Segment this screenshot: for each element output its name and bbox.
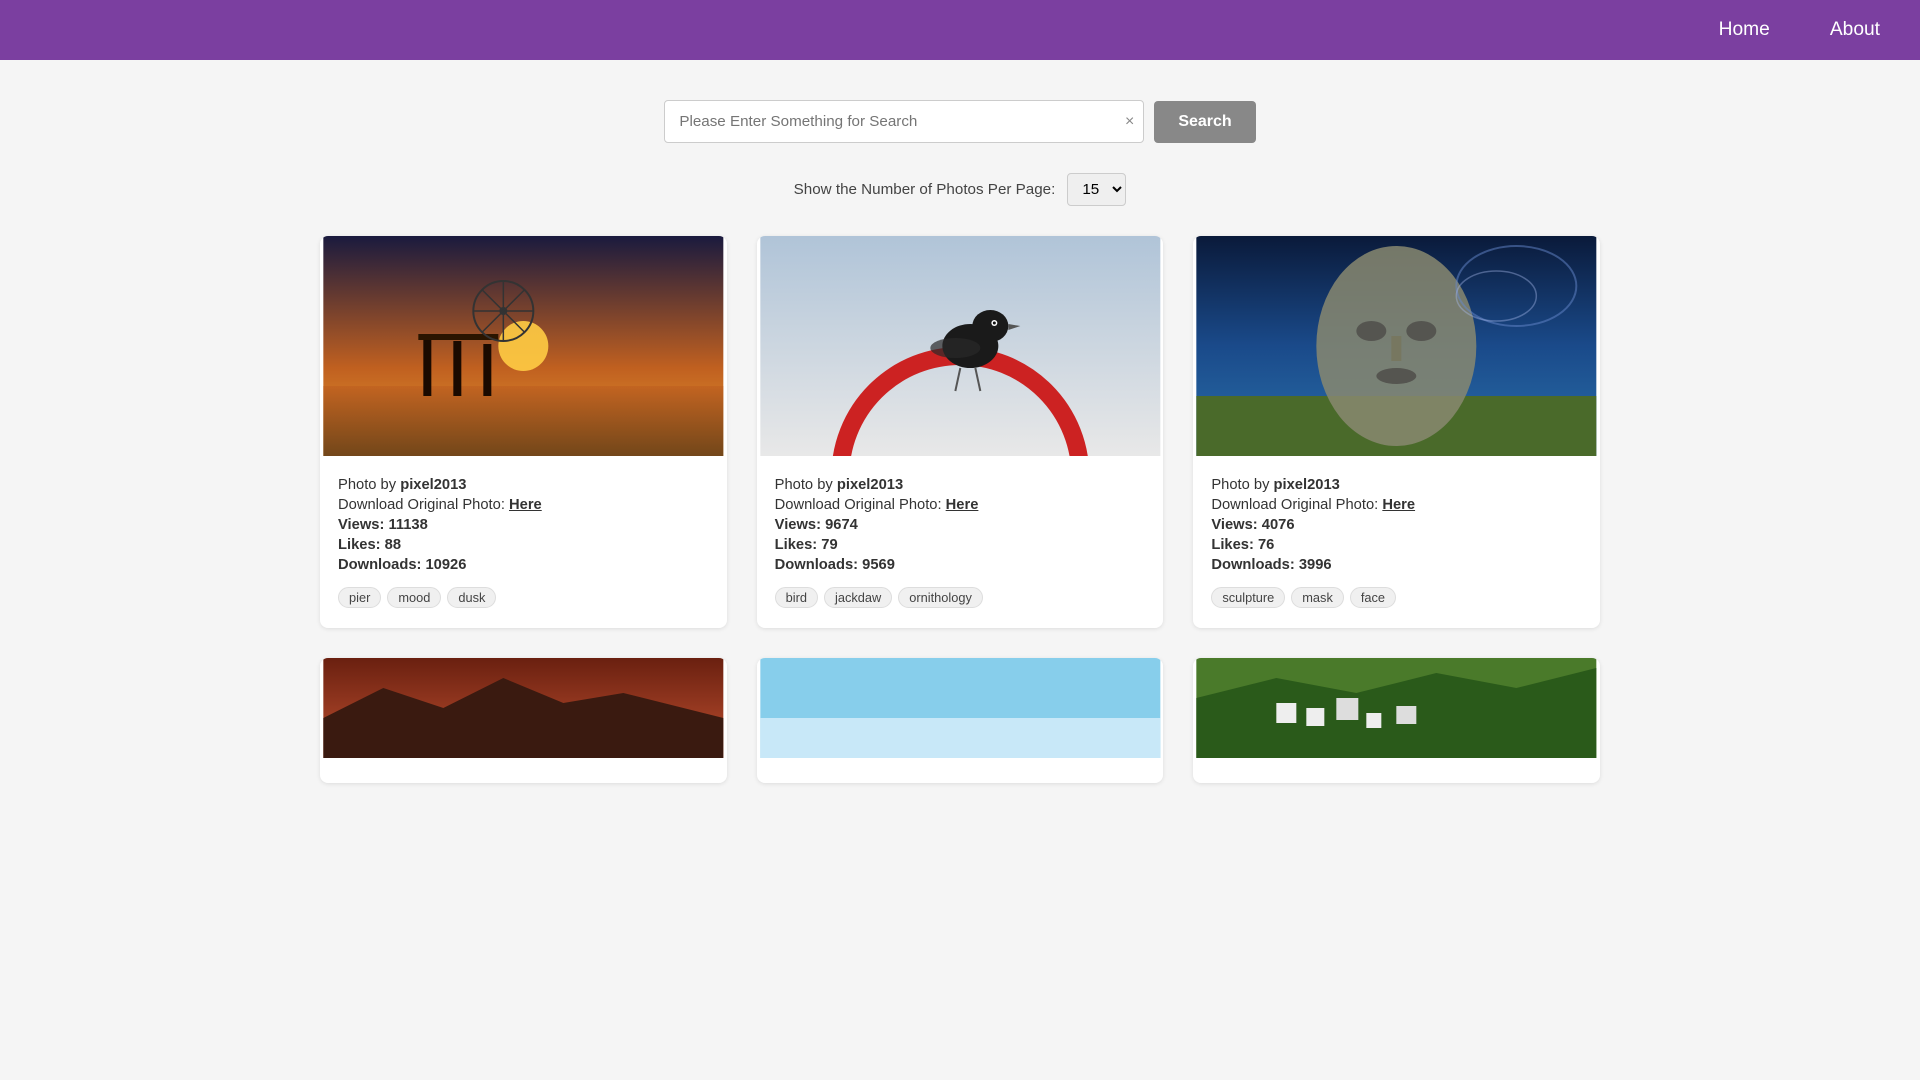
search-button[interactable]: Search bbox=[1154, 101, 1255, 143]
photo-views: Views: 11138 bbox=[338, 517, 709, 533]
photo-views: Views: 9674 bbox=[775, 517, 1146, 533]
photo-card: Photo by pixel2013 Download Original Pho… bbox=[320, 236, 727, 628]
photo-tag: bird bbox=[775, 587, 818, 608]
photo-downloads: Downloads: 9569 bbox=[775, 557, 1146, 573]
photo-tag: jackdaw bbox=[824, 587, 892, 608]
photo-author-line: Photo by pixel2013 bbox=[1211, 477, 1582, 493]
photo-views: Views: 4076 bbox=[1211, 517, 1582, 533]
nav-home[interactable]: Home bbox=[1719, 19, 1770, 41]
photo-tag: face bbox=[1350, 587, 1396, 608]
photo-likes: Likes: 88 bbox=[338, 537, 709, 553]
photo-image-partial bbox=[757, 658, 1164, 763]
photo-card-body: Photo by pixel2013 Download Original Pho… bbox=[1193, 461, 1600, 573]
photo-tags: sculpture mask face bbox=[1193, 577, 1600, 608]
photo-downloads: Downloads: 3996 bbox=[1211, 557, 1582, 573]
nav-about[interactable]: About bbox=[1830, 19, 1880, 41]
photo-download-link[interactable]: Here bbox=[509, 497, 542, 513]
photo-author-line: Photo by pixel2013 bbox=[338, 477, 709, 493]
photo-card-body: Photo by pixel2013 Download Original Pho… bbox=[320, 461, 727, 573]
photo-image bbox=[757, 236, 1164, 461]
main-content: × Search Show the Number of Photos Per P… bbox=[260, 60, 1660, 823]
photo-image bbox=[320, 236, 727, 461]
photo-image-partial bbox=[1193, 658, 1600, 763]
photo-downloads: Downloads: 10926 bbox=[338, 557, 709, 573]
per-page-select[interactable]: 5 10 15 20 25 bbox=[1067, 173, 1126, 206]
photo-grid: Photo by pixel2013 Download Original Pho… bbox=[320, 236, 1600, 783]
navbar: Home About bbox=[0, 0, 1920, 60]
photo-tag: mask bbox=[1291, 587, 1344, 608]
search-input-wrapper: × bbox=[664, 100, 1144, 143]
photo-card-body: Photo by pixel2013 Download Original Pho… bbox=[757, 461, 1164, 573]
photo-card-partial bbox=[757, 658, 1164, 783]
photo-tags: bird jackdaw ornithology bbox=[757, 577, 1164, 608]
photo-image-partial bbox=[320, 658, 727, 763]
photo-tag: mood bbox=[387, 587, 441, 608]
photo-download-link[interactable]: Here bbox=[1382, 497, 1415, 513]
photo-image bbox=[1193, 236, 1600, 461]
search-section: × Search bbox=[320, 100, 1600, 143]
photo-download-line: Download Original Photo: Here bbox=[338, 497, 709, 513]
search-input[interactable] bbox=[664, 100, 1144, 143]
photo-author: pixel2013 bbox=[1274, 477, 1340, 493]
photo-card-partial bbox=[1193, 658, 1600, 783]
photo-card-partial bbox=[320, 658, 727, 783]
per-page-section: Show the Number of Photos Per Page: 5 10… bbox=[320, 173, 1600, 206]
photo-tag: sculpture bbox=[1211, 587, 1285, 608]
photo-author-line: Photo by pixel2013 bbox=[775, 477, 1146, 493]
photo-likes: Likes: 76 bbox=[1211, 537, 1582, 553]
photo-tag: dusk bbox=[447, 587, 496, 608]
per-page-label: Show the Number of Photos Per Page: bbox=[794, 181, 1056, 198]
photo-card: Photo by pixel2013 Download Original Pho… bbox=[757, 236, 1164, 628]
photo-download-link[interactable]: Here bbox=[946, 497, 979, 513]
photo-tag: pier bbox=[338, 587, 381, 608]
photo-download-line: Download Original Photo: Here bbox=[1211, 497, 1582, 513]
photo-author: pixel2013 bbox=[400, 477, 466, 493]
photo-card: Photo by pixel2013 Download Original Pho… bbox=[1193, 236, 1600, 628]
photo-tags: pier mood dusk bbox=[320, 577, 727, 608]
search-clear-button[interactable]: × bbox=[1125, 113, 1134, 131]
photo-likes: Likes: 79 bbox=[775, 537, 1146, 553]
photo-download-line: Download Original Photo: Here bbox=[775, 497, 1146, 513]
photo-tag: ornithology bbox=[898, 587, 983, 608]
photo-author: pixel2013 bbox=[837, 477, 903, 493]
